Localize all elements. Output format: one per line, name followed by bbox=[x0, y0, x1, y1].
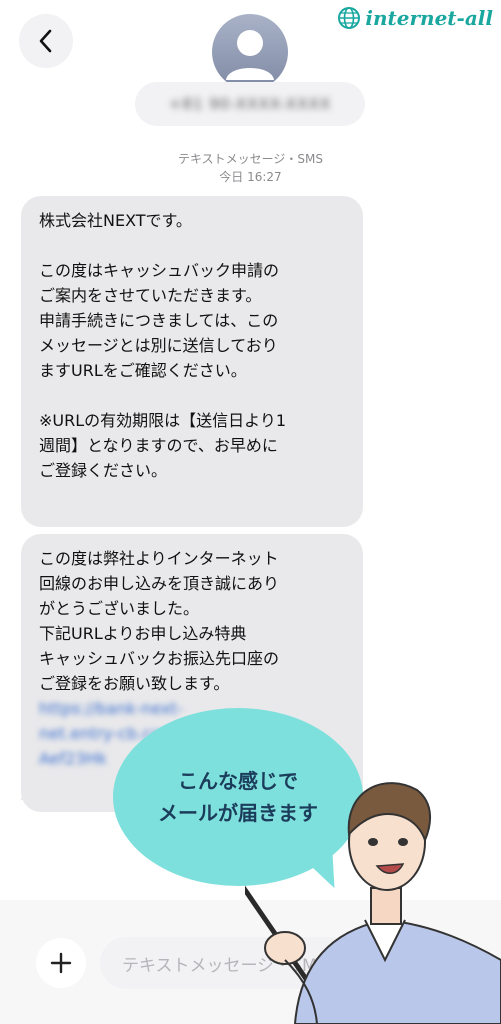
contact-avatar[interactable] bbox=[212, 14, 288, 90]
plus-icon bbox=[50, 952, 72, 974]
message-text: この度は弊社よりインターネット 回線のお申し込みを頂き誠にあり がとうございまし… bbox=[39, 549, 280, 693]
message-text: 株式会社NEXTです。 この度はキャッシュバック申請の ご案内をさせていただきま… bbox=[39, 211, 287, 480]
chevron-left-icon bbox=[39, 29, 52, 53]
thread-timestamp: 今日 16:27 bbox=[219, 170, 282, 184]
brand-text: internet-all bbox=[365, 6, 493, 30]
contact-number: +81 90-XXXX-XXXX bbox=[168, 95, 332, 113]
back-button[interactable] bbox=[19, 14, 73, 68]
message-bubble[interactable]: 株式会社NEXTです。 この度はキャッシュバック申請の ご案内をさせていただきま… bbox=[21, 196, 363, 527]
contact-name-pill[interactable]: +81 90-XXXX-XXXX bbox=[135, 82, 365, 126]
thread-channel: テキストメッセージ・SMS bbox=[178, 152, 323, 166]
person-icon bbox=[226, 30, 274, 80]
globe-icon bbox=[338, 7, 361, 29]
add-attachment-button[interactable] bbox=[36, 938, 86, 988]
presenter-illustration bbox=[245, 782, 501, 1024]
brand-logo: internet-all bbox=[337, 6, 493, 30]
